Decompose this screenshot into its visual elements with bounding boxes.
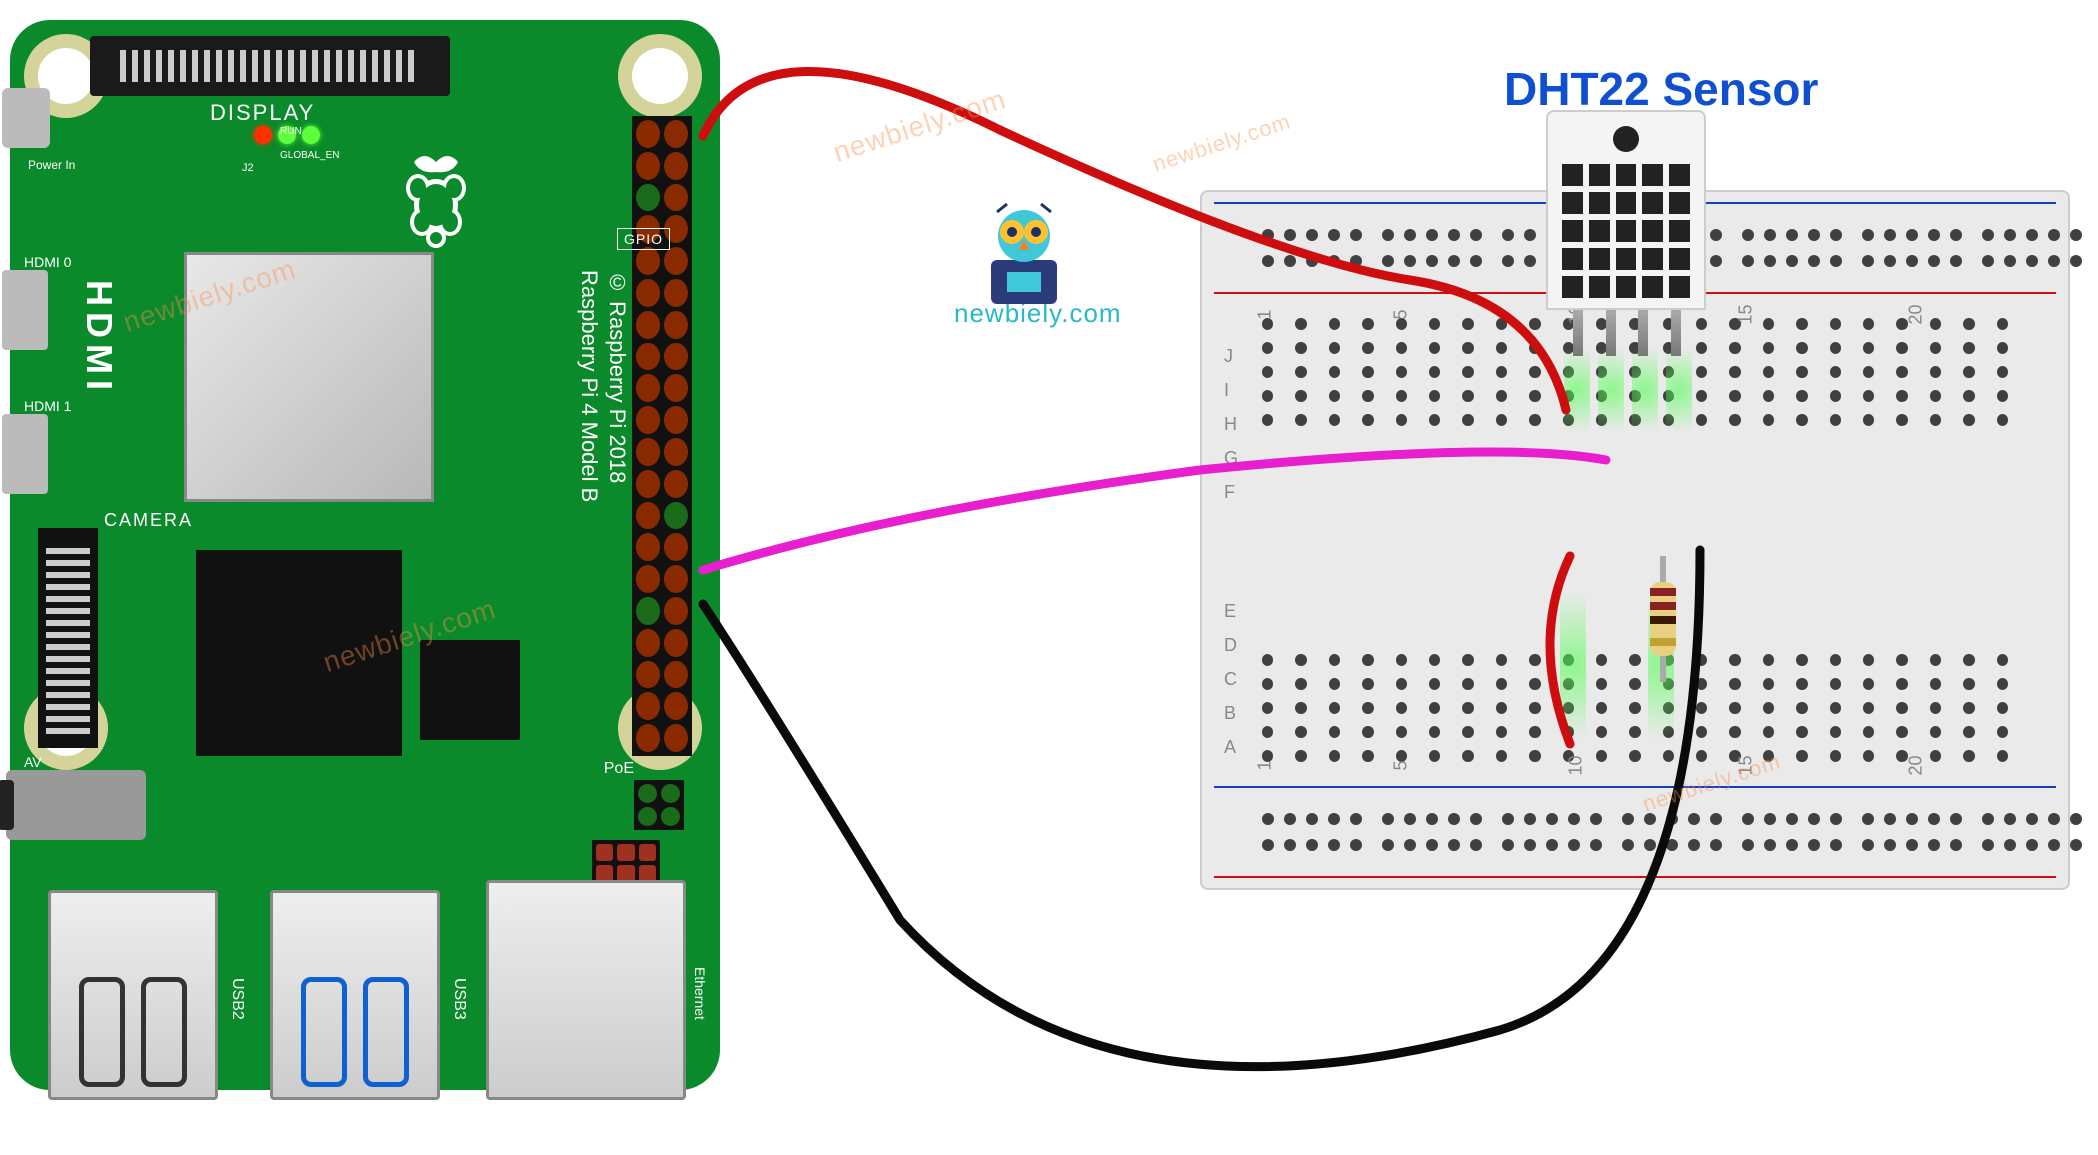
- mounting-hole: [632, 48, 688, 104]
- usb3-label: USB3: [450, 978, 468, 1020]
- display-label: DISPLAY: [210, 100, 315, 126]
- ram-chip: [196, 550, 402, 756]
- raspberry-pi-logo-icon: [394, 150, 478, 250]
- poe-header: [634, 780, 684, 830]
- pin-connection-glow: [1560, 560, 1586, 770]
- watermark: newbiely.com: [829, 83, 1010, 169]
- aux-chip: [420, 640, 520, 740]
- sensor-grille: [1562, 164, 1690, 298]
- j2-label: J2: [242, 162, 254, 174]
- soc-chip: [184, 252, 434, 502]
- ethernet-port: [486, 880, 686, 1100]
- owl-icon: [979, 200, 1069, 290]
- hdmi1-label: HDMI 1: [24, 398, 71, 414]
- breadboard-power-rail-bottom: [1222, 792, 2048, 872]
- hdmi-text: HDMI: [78, 280, 120, 396]
- ethernet-label: Ethernet: [692, 967, 708, 1020]
- dht22-pins: [1562, 310, 1692, 356]
- camera-connector: [38, 528, 98, 748]
- av-jack: [6, 770, 146, 840]
- usb2-label: USB2: [228, 978, 246, 1020]
- av-label: AV: [24, 754, 42, 770]
- copyright-text: © Raspberry Pi 2018: [604, 270, 630, 483]
- micro-hdmi-0-port: [2, 270, 48, 350]
- resistor-band-2: [1650, 602, 1676, 610]
- sensor-hole-icon: [1613, 126, 1639, 152]
- run-label: RUN: [280, 126, 302, 137]
- dht22-sensor: [1546, 110, 1706, 310]
- hdmi0-label: HDMI 0: [24, 254, 71, 270]
- micro-hdmi-1-port: [2, 414, 48, 494]
- model-text: Raspberry Pi 4 Model B: [576, 270, 602, 502]
- resistor-band-1: [1650, 588, 1676, 596]
- led-red: [254, 126, 272, 144]
- usb3-ports: [270, 890, 440, 1100]
- newbiely-logo: newbiely.com: [954, 200, 1094, 360]
- display-connector: [90, 36, 450, 96]
- poe-label: PoE: [604, 760, 634, 778]
- watermark: newbiely.com: [1149, 108, 1294, 177]
- dht22-title: DHT22 Sensor: [1504, 62, 1818, 116]
- camera-label: CAMERA: [104, 510, 193, 531]
- pullup-resistor: [1648, 564, 1678, 674]
- usb-c-power-port: [2, 88, 50, 148]
- raspberry-pi-board: DISPLAY RUN GLOBAL_EN J2 GPIO Raspberry …: [10, 20, 720, 1090]
- gpio-label: GPIO: [617, 228, 670, 250]
- power-in-label: Power In: [28, 158, 75, 172]
- global-en-label: GLOBAL_EN: [280, 150, 339, 161]
- usb2-ports: [48, 890, 218, 1100]
- gpio-header: [632, 116, 692, 756]
- led-green: [302, 126, 320, 144]
- resistor-band-4: [1650, 638, 1676, 646]
- resistor-band-3: [1650, 616, 1676, 624]
